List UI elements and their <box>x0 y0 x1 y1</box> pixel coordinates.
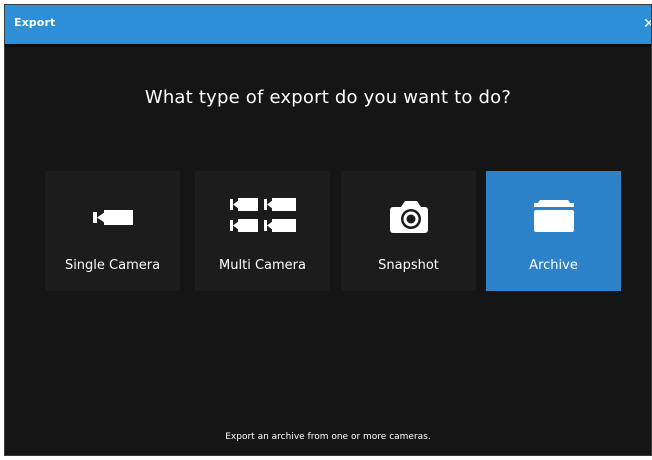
archive-option[interactable]: Archive <box>486 171 621 291</box>
single-camera-option[interactable]: Single Camera <box>45 171 180 291</box>
option-description: Export an archive from one or more camer… <box>225 432 431 442</box>
export-type-question: What type of export do you want to do? <box>144 87 512 108</box>
archive-label: Archive <box>529 258 578 273</box>
single-camera-icon <box>45 193 180 239</box>
close-button[interactable]: ✕ <box>643 13 651 35</box>
dialog-title: Export <box>14 16 56 29</box>
export-dialog: Export ✕ What type of export do you want… <box>4 4 652 456</box>
snapshot-label: Snapshot <box>378 258 439 273</box>
title-bar: Export ✕ <box>5 5 651 44</box>
archive-box-icon <box>486 193 621 239</box>
multi-camera-option[interactable]: Multi Camera <box>195 171 330 291</box>
snapshot-option[interactable]: Snapshot <box>341 171 476 291</box>
multi-camera-icon <box>195 193 330 239</box>
snapshot-camera-icon <box>341 193 476 239</box>
title-bar-divider <box>5 44 651 47</box>
single-camera-label: Single Camera <box>64 258 161 273</box>
multi-camera-label: Multi Camera <box>219 258 306 273</box>
